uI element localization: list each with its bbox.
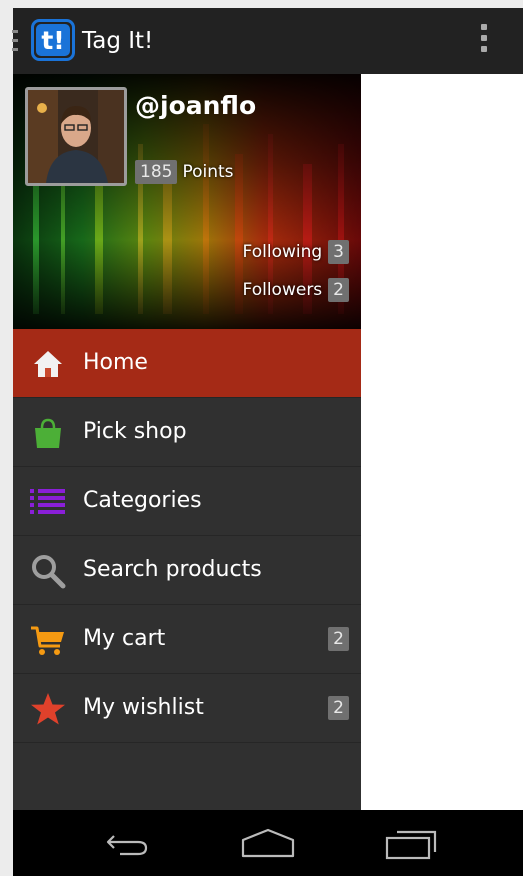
menu-item-categories[interactable]: Categories bbox=[13, 467, 361, 536]
list-icon bbox=[30, 484, 66, 520]
points-label: Points bbox=[182, 162, 234, 182]
drawer-indicator-icon[interactable] bbox=[12, 30, 18, 52]
cart-count-badge: 2 bbox=[328, 627, 349, 651]
drawer-menu: Home Pick shop Categories Search product… bbox=[13, 329, 361, 743]
menu-label-my-cart: My cart bbox=[83, 626, 166, 651]
menu-label-categories: Categories bbox=[83, 488, 202, 513]
username: @joanflo bbox=[135, 91, 257, 120]
app-logo[interactable]: t! bbox=[31, 19, 75, 61]
menu-label-pick-shop: Pick shop bbox=[83, 419, 187, 444]
menu-label-my-wishlist: My wishlist bbox=[83, 695, 204, 720]
wishlist-count-badge: 2 bbox=[328, 696, 349, 720]
menu-item-my-cart[interactable]: My cart 2 bbox=[13, 605, 361, 674]
cart-icon bbox=[30, 622, 66, 658]
followers-label: Followers bbox=[242, 280, 323, 300]
followers-row[interactable]: Followers 2 bbox=[243, 277, 349, 303]
app-window: t! Tag It! @joanflo 185 Points Following… bbox=[12, 8, 523, 876]
back-icon[interactable] bbox=[98, 824, 158, 864]
home-nav-icon[interactable] bbox=[238, 824, 298, 864]
home-icon bbox=[30, 346, 66, 382]
profile-header: @joanflo 185 Points Following 3 Follower… bbox=[13, 74, 361, 329]
recents-icon[interactable] bbox=[381, 824, 441, 864]
menu-item-my-wishlist[interactable]: My wishlist 2 bbox=[13, 674, 361, 743]
star-icon bbox=[30, 691, 66, 727]
following-label: Following bbox=[242, 242, 323, 262]
action-bar: t! Tag It! bbox=[12, 8, 523, 74]
avatar[interactable] bbox=[25, 87, 127, 186]
points-badge: 185 bbox=[135, 160, 178, 184]
overflow-menu-icon[interactable] bbox=[473, 24, 495, 60]
following-row[interactable]: Following 3 bbox=[243, 239, 349, 265]
menu-label-home: Home bbox=[83, 350, 148, 375]
following-count-badge: 3 bbox=[328, 240, 349, 264]
logo-text: t! bbox=[41, 26, 64, 55]
menu-label-search-products: Search products bbox=[83, 557, 262, 582]
menu-item-pick-shop[interactable]: Pick shop bbox=[13, 398, 361, 467]
navigation-drawer: @joanflo 185 Points Following 3 Follower… bbox=[13, 74, 361, 810]
shopping-bag-icon bbox=[30, 415, 66, 451]
followers-count-badge: 2 bbox=[328, 278, 349, 302]
points-summary: 185 Points bbox=[135, 159, 234, 185]
system-navigation-bar bbox=[13, 810, 523, 876]
search-icon bbox=[30, 553, 66, 589]
app-title: Tag It! bbox=[82, 28, 154, 54]
menu-item-search-products[interactable]: Search products bbox=[13, 536, 361, 605]
menu-item-home[interactable]: Home bbox=[13, 329, 361, 398]
